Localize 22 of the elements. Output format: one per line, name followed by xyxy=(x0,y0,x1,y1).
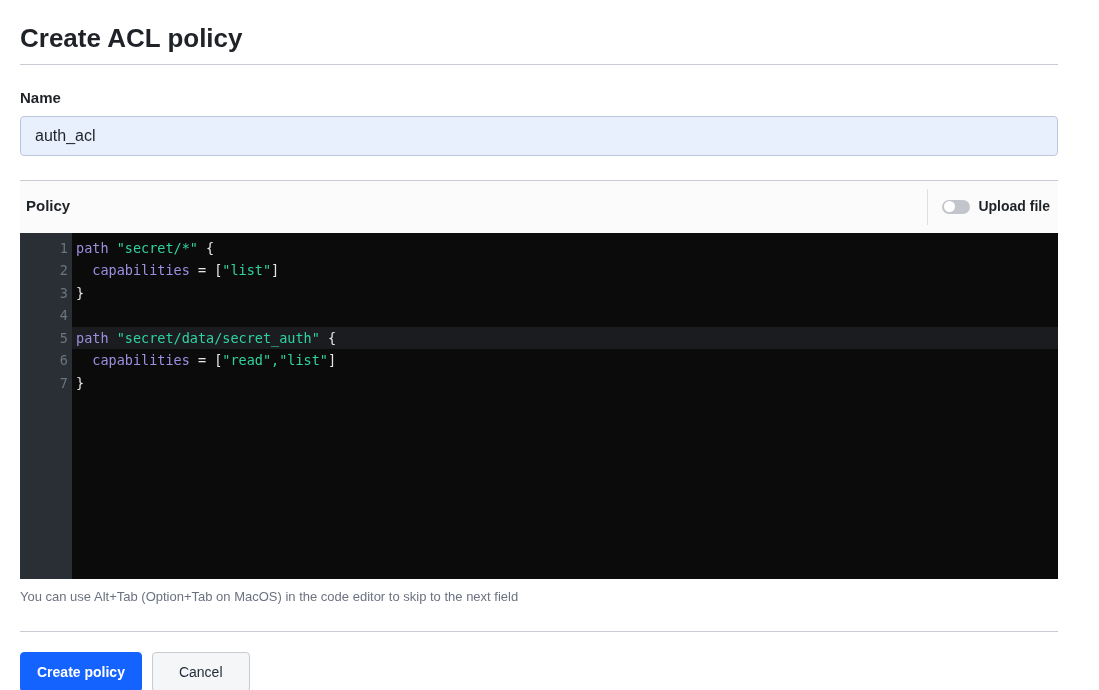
create-policy-button[interactable]: Create policy xyxy=(20,652,142,690)
line-number: 5 xyxy=(58,328,69,348)
line-number: 4 xyxy=(58,306,69,325)
line-number: 2 xyxy=(58,261,69,280)
code-line: } xyxy=(75,283,86,303)
code-line: capabilities = ["list"] xyxy=(91,261,281,280)
line-number: 6 xyxy=(58,351,69,370)
code-line: capabilities = ["read","list"] xyxy=(91,351,338,370)
help-text: You can use Alt+Tab (Option+Tab on MacOS) in the code editor to skip to the next field xyxy=(20,587,520,606)
code-editor[interactable]: 1 2 3 4 5 6 7 path "secret/*" { capabilities = ["list"] } path "secret/data/secret_auth" { capabilities = ["read","list"] } xyxy=(20,232,1058,579)
code-line: } xyxy=(75,373,86,393)
upload-file-toggle[interactable] xyxy=(942,199,971,214)
name-label: Name xyxy=(20,88,61,108)
line-number: 3 xyxy=(58,283,69,303)
cancel-button[interactable]: Cancel xyxy=(151,652,250,690)
upload-file-label: Upload file xyxy=(978,197,1050,216)
policy-label: Policy xyxy=(25,196,71,217)
line-number: 7 xyxy=(58,373,69,393)
line-number: 1 xyxy=(58,238,69,258)
name-input-field[interactable]: auth_acl xyxy=(20,115,1058,156)
page-title: Create ACL policy xyxy=(20,20,243,65)
code-line: path "secret/*" { xyxy=(75,238,216,258)
